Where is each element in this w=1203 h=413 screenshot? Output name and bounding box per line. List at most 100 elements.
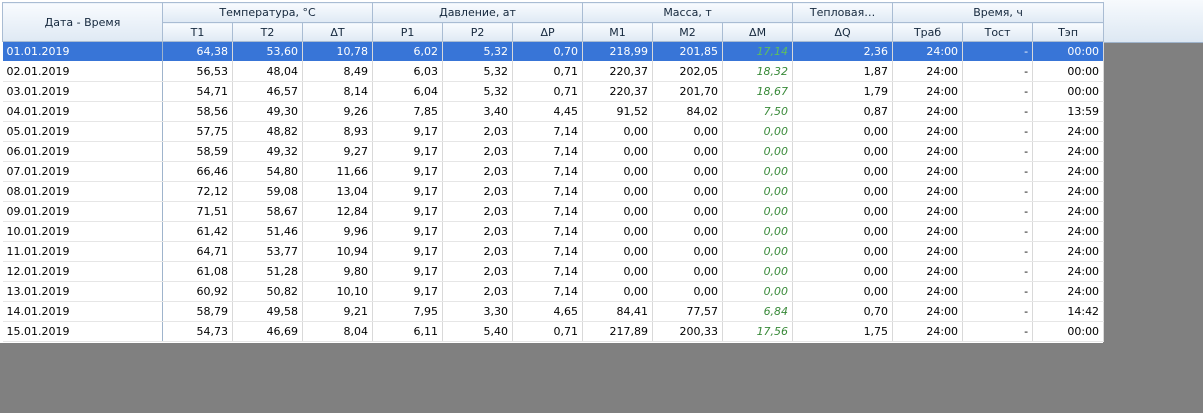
cell-p2[interactable]: 2,03 [442, 161, 514, 182]
cell-p2[interactable]: 2,03 [442, 141, 514, 162]
table-row[interactable]: 04.01.2019 58,56 49,30 9,26 7,85 3,40 4,45 91,5… [2, 101, 1105, 122]
cell-t1[interactable]: 54,71 [162, 81, 233, 102]
table-row[interactable]: 10.01.2019 61,42 51,46 9,96 9,17 2,03 7,14 0,00… [2, 221, 1105, 242]
cell-t2[interactable]: 53,77 [232, 241, 303, 262]
cell-t1[interactable]: 57,75 [162, 121, 233, 142]
cell-t1[interactable]: 66,46 [162, 161, 233, 182]
cell-p1[interactable]: 9,17 [372, 181, 444, 202]
cell-date[interactable]: 10.01.2019 [2, 221, 163, 242]
cell-m2[interactable]: 201,70 [652, 81, 724, 102]
column-header-m2[interactable]: M2 [652, 22, 724, 42]
cell-t2[interactable]: 59,08 [232, 181, 303, 202]
cell-trab[interactable]: 24:00 [892, 301, 964, 322]
cell-tep[interactable]: 24:00 [1032, 201, 1105, 222]
cell-m2[interactable]: 0,00 [652, 181, 724, 202]
cell-dm[interactable]: 0,00 [722, 201, 794, 222]
cell-dq[interactable]: 1,79 [792, 81, 894, 102]
cell-t2[interactable]: 49,32 [232, 141, 303, 162]
cell-dm[interactable]: 0,00 [722, 141, 794, 162]
cell-t2[interactable]: 51,46 [232, 221, 303, 242]
cell-tost[interactable]: - [962, 281, 1034, 302]
cell-dm[interactable]: 18,32 [722, 61, 794, 82]
cell-date[interactable]: 08.01.2019 [2, 181, 163, 202]
cell-dq[interactable]: 0,00 [792, 281, 894, 302]
cell-t1[interactable]: 72,12 [162, 181, 233, 202]
cell-t1[interactable]: 61,42 [162, 221, 233, 242]
column-header-p2[interactable]: P2 [442, 22, 514, 42]
cell-t1[interactable]: 71,51 [162, 201, 233, 222]
cell-dq[interactable]: 1,75 [792, 321, 894, 342]
cell-p2[interactable]: 2,03 [442, 201, 514, 222]
cell-date[interactable]: 12.01.2019 [2, 261, 163, 282]
cell-trab[interactable]: 24:00 [892, 41, 964, 62]
cell-p2[interactable]: 5,40 [442, 321, 514, 342]
cell-trab[interactable]: 24:00 [892, 261, 964, 282]
cell-dq[interactable]: 0,00 [792, 241, 894, 262]
cell-dm[interactable]: 17,56 [722, 321, 794, 342]
cell-dm[interactable]: 6,84 [722, 301, 794, 322]
cell-dm[interactable]: 0,00 [722, 181, 794, 202]
cell-p1[interactable]: 7,85 [372, 101, 444, 122]
column-header-p1[interactable]: P1 [372, 22, 444, 42]
cell-dt[interactable]: 8,14 [302, 81, 374, 102]
cell-dq[interactable]: 1,87 [792, 61, 894, 82]
cell-trab[interactable]: 24:00 [892, 101, 964, 122]
cell-dm[interactable]: 0,00 [722, 221, 794, 242]
group-header-mass[interactable]: Масса, т [582, 2, 794, 23]
cell-m1[interactable]: 0,00 [582, 221, 654, 242]
cell-tep[interactable]: 00:00 [1032, 321, 1105, 342]
column-header-m1[interactable]: M1 [582, 22, 654, 42]
cell-tep[interactable]: 24:00 [1032, 141, 1105, 162]
column-header-dq[interactable]: ΔQ [792, 22, 894, 42]
cell-m2[interactable]: 201,85 [652, 41, 724, 62]
cell-tost[interactable]: - [962, 261, 1034, 282]
cell-dm[interactable]: 0,00 [722, 161, 794, 182]
cell-m1[interactable]: 218,99 [582, 41, 654, 62]
cell-tost[interactable]: - [962, 201, 1034, 222]
cell-p1[interactable]: 6,11 [372, 321, 444, 342]
cell-m1[interactable]: 0,00 [582, 281, 654, 302]
cell-dt[interactable]: 8,49 [302, 61, 374, 82]
cell-p2[interactable]: 3,30 [442, 301, 514, 322]
cell-trab[interactable]: 24:00 [892, 141, 964, 162]
cell-m1[interactable]: 91,52 [582, 101, 654, 122]
cell-trab[interactable]: 24:00 [892, 281, 964, 302]
cell-dp[interactable]: 0,71 [512, 81, 584, 102]
cell-dp[interactable]: 0,71 [512, 61, 584, 82]
cell-tost[interactable]: - [962, 241, 1034, 262]
cell-date[interactable]: 01.01.2019 [2, 41, 163, 62]
cell-m1[interactable]: 0,00 [582, 241, 654, 262]
cell-tost[interactable]: - [962, 101, 1034, 122]
cell-date[interactable]: 04.01.2019 [2, 101, 163, 122]
table-row[interactable]: 12.01.2019 61,08 51,28 9,80 9,17 2,03 7,14 0,00… [2, 261, 1105, 282]
cell-p2[interactable]: 2,03 [442, 121, 514, 142]
cell-dp[interactable]: 7,14 [512, 261, 584, 282]
table-row[interactable]: 01.01.2019 64,38 53,60 10,78 6,02 5,32 0,70 218… [2, 41, 1105, 62]
cell-dq[interactable]: 0,70 [792, 301, 894, 322]
cell-t2[interactable]: 58,67 [232, 201, 303, 222]
cell-m1[interactable]: 0,00 [582, 161, 654, 182]
cell-dt[interactable]: 10,78 [302, 41, 374, 62]
cell-m1[interactable]: 0,00 [582, 181, 654, 202]
cell-p2[interactable]: 3,40 [442, 101, 514, 122]
cell-dq[interactable]: 2,36 [792, 41, 894, 62]
cell-trab[interactable]: 24:00 [892, 221, 964, 242]
table-row[interactable]: 15.01.2019 54,73 46,69 8,04 6,11 5,40 0,71 217,… [2, 321, 1105, 342]
cell-dm[interactable]: 0,00 [722, 241, 794, 262]
cell-dp[interactable]: 7,14 [512, 141, 584, 162]
cell-date[interactable]: 14.01.2019 [2, 301, 163, 322]
group-header-temperature[interactable]: Температура, °С [161, 2, 374, 23]
cell-m2[interactable]: 0,00 [652, 141, 724, 162]
column-header-t1[interactable]: T1 [162, 22, 233, 42]
table-row[interactable]: 08.01.2019 72,12 59,08 13,04 9,17 2,03 7,14 0,0… [2, 181, 1105, 202]
cell-t1[interactable]: 54,73 [162, 321, 233, 342]
cell-m1[interactable]: 220,37 [582, 81, 654, 102]
cell-dt[interactable]: 10,94 [302, 241, 374, 262]
cell-tost[interactable]: - [962, 121, 1034, 142]
group-header-heat[interactable]: Тепловая… [792, 2, 894, 23]
cell-dp[interactable]: 7,14 [512, 161, 584, 182]
cell-dt[interactable]: 11,66 [302, 161, 374, 182]
cell-m2[interactable]: 0,00 [652, 201, 724, 222]
table-row[interactable]: 13.01.2019 60,92 50,82 10,10 9,17 2,03 7,14 0,0… [2, 281, 1105, 302]
cell-m2[interactable]: 202,05 [652, 61, 724, 82]
